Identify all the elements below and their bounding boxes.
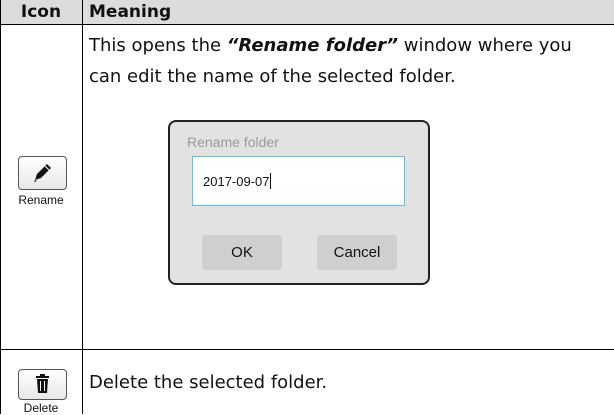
table-header: Icon Meaning: [0, 0, 614, 24]
rename-description: This opens the “Rename folder” window wh…: [89, 35, 572, 87]
row-divider: [0, 349, 614, 350]
delete-description: Delete the selected folder.: [89, 372, 328, 393]
delete-button[interactable]: [18, 369, 67, 400]
pencil-icon: [34, 164, 51, 182]
trash-icon: [36, 374, 49, 393]
header-meaning-column: Meaning: [89, 2, 172, 22]
rename-button[interactable]: [18, 156, 67, 190]
delete-label: Delete: [23, 401, 59, 415]
table-left-border: [0, 0, 1, 414]
icon-meaning-table: Icon Meaning Rename This opens the “Rena…: [0, 0, 614, 415]
text-caret: [269, 173, 271, 189]
rename-folder-emphasis: “Rename folder”: [226, 35, 399, 56]
cancel-button[interactable]: Cancel: [317, 235, 397, 270]
folder-name-input[interactable]: 2017-09-07: [192, 156, 405, 206]
column-divider: [82, 0, 83, 414]
rename-label: Rename: [18, 193, 64, 207]
header-divider: [0, 24, 614, 25]
dialog-title: Rename folder: [187, 134, 279, 150]
rename-folder-dialog: Rename folder 2017-09-07 OK Cancel: [168, 120, 430, 285]
header-icon-column: Icon: [20, 2, 62, 22]
ok-button[interactable]: OK: [202, 235, 282, 270]
